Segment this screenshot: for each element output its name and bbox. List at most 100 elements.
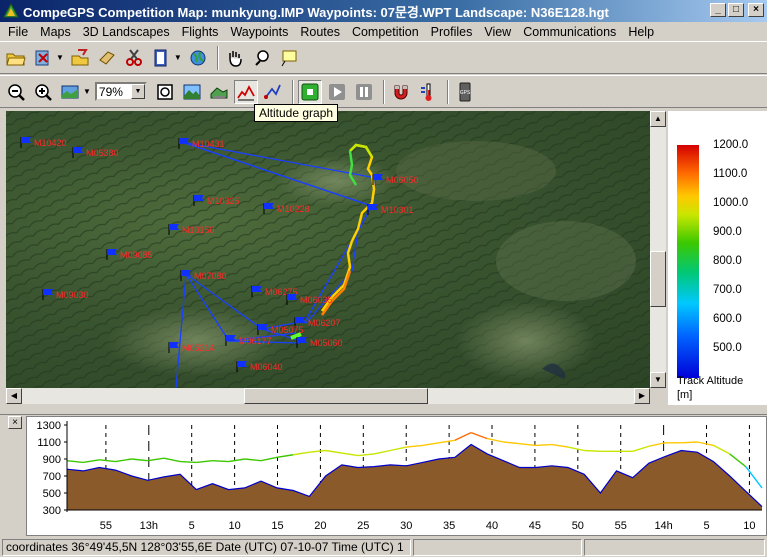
menu-communications[interactable]: Communications: [517, 25, 622, 39]
menu-maps[interactable]: Maps: [34, 25, 77, 39]
waypoint[interactable]: M05214: [168, 342, 215, 353]
track-segment: [681, 441, 698, 444]
waypoint-flag-icon: [106, 249, 117, 260]
note-icon[interactable]: [277, 46, 301, 70]
chevron-down-icon[interactable]: ▼: [83, 87, 91, 96]
waypoint[interactable]: M09085: [106, 249, 153, 260]
close-button[interactable]: ×: [748, 3, 764, 17]
minimize-button[interactable]: _: [710, 3, 726, 17]
menu-competition[interactable]: Competition: [346, 25, 425, 39]
menu-waypoints[interactable]: Waypoints: [224, 25, 294, 39]
panel-splitter[interactable]: [0, 405, 767, 415]
magnet-icon[interactable]: [389, 80, 413, 104]
scroll-down-button[interactable]: ▼: [650, 372, 666, 388]
notebook-icon[interactable]: [149, 46, 173, 70]
globe-icon[interactable]: [186, 46, 210, 70]
zoom-hand-icon[interactable]: [250, 46, 274, 70]
map-view[interactable]: M10420 M05380 M10431 M06050 M10301 M1032…: [6, 111, 650, 388]
waypoint[interactable]: M10301: [367, 204, 414, 215]
y-tick-label: 500: [43, 488, 61, 500]
waypoint[interactable]: M10325: [193, 195, 240, 206]
waypoint[interactable]: M06050: [372, 174, 419, 185]
track-segment: [115, 458, 132, 463]
waypoint[interactable]: M05060: [296, 337, 343, 348]
scroll-corner: [650, 388, 666, 404]
map-horizontal-scrollbar[interactable]: ◀ ▶: [6, 388, 650, 404]
scroll-thumb[interactable]: [244, 388, 428, 404]
waypoint[interactable]: M06040: [236, 361, 283, 372]
menu-flights[interactable]: Flights: [176, 25, 225, 39]
altitude-graph-icon[interactable]: [233, 79, 258, 104]
chevron-down-icon[interactable]: ▼: [174, 53, 182, 62]
zoom-out-icon[interactable]: [4, 80, 28, 104]
chevron-down-icon[interactable]: ▼: [56, 53, 64, 62]
waypoint-flag-icon: [168, 224, 179, 235]
waypoint[interactable]: M10150: [168, 224, 215, 235]
x-tick-label: 5: [703, 520, 709, 532]
zoom-select[interactable]: 79% ▼: [94, 82, 147, 101]
track-segment: [277, 454, 294, 458]
gps-icon[interactable]: GPS: [453, 80, 477, 104]
cut-icon[interactable]: [31, 46, 55, 70]
zoom-in-icon[interactable]: [31, 80, 55, 104]
gps-label: GPS: [460, 90, 471, 96]
track-segment: [470, 431, 488, 440]
thermometer-icon[interactable]: [416, 80, 440, 104]
track-segment: [713, 444, 731, 455]
track-segment: [632, 445, 650, 453]
waypoint[interactable]: M07080: [180, 270, 227, 281]
waypoint[interactable]: M06177: [225, 335, 272, 346]
play-green-icon[interactable]: [297, 79, 322, 104]
3d-icon[interactable]: [207, 80, 231, 104]
track-segment: [729, 453, 747, 468]
map-vertical-scrollbar[interactable]: ▲ ▼: [650, 111, 666, 388]
waypoint[interactable]: M10228: [263, 203, 310, 214]
hand-pan-icon[interactable]: [223, 46, 247, 70]
waypoint[interactable]: M05380: [72, 147, 119, 158]
track-segment: [551, 443, 569, 448]
waypoint-label: M06207: [308, 317, 341, 328]
route-icon[interactable]: [261, 80, 285, 104]
track-segment: [180, 460, 197, 464]
maximize-button[interactable]: □: [728, 3, 744, 17]
scroll-up-button[interactable]: ▲: [650, 111, 666, 127]
play-icon[interactable]: [325, 80, 349, 104]
waypoint[interactable]: M09030: [42, 289, 89, 300]
scroll-right-button[interactable]: ▶: [634, 388, 650, 404]
scroll-thumb[interactable]: [650, 251, 666, 307]
menu-3d-landscapes[interactable]: 3D Landscapes: [77, 25, 176, 39]
waypoint[interactable]: M05075: [257, 324, 304, 335]
toolbar-separator: [446, 79, 449, 104]
waypoint-label: M05214: [182, 342, 215, 353]
legend-caption: Track Altitude: [677, 375, 744, 387]
waypoint[interactable]: M10420: [20, 137, 67, 148]
pause-icon[interactable]: [352, 80, 376, 104]
open-map-icon[interactable]: [68, 46, 92, 70]
menu-profiles[interactable]: Profiles: [425, 25, 479, 39]
scissors-icon[interactable]: [122, 46, 146, 70]
fullscreen-icon[interactable]: [153, 80, 177, 104]
menu-routes[interactable]: Routes: [294, 25, 346, 39]
toolbar-separator: [216, 45, 219, 70]
x-tick-label: 50: [572, 520, 584, 532]
altitude-graph[interactable]: 1300 1100 900 700 500 300 55 13h 5 10 15 20 25 30 35 40…: [26, 416, 767, 536]
track-segment: [487, 437, 504, 443]
waypoint-flag-icon: [257, 324, 268, 335]
scroll-left-button[interactable]: ◀: [6, 388, 22, 404]
open-folder-icon[interactable]: [4, 46, 28, 70]
tooltip: Altitude graph: [254, 104, 339, 122]
map-view-icon[interactable]: [58, 80, 82, 104]
menu-help[interactable]: Help: [622, 25, 660, 39]
waypoint-flag-icon: [236, 361, 247, 372]
menu-file[interactable]: File: [2, 25, 34, 39]
x-tick-label: 55: [100, 520, 112, 532]
edit-map-icon[interactable]: [95, 46, 119, 70]
close-graph-button[interactable]: ×: [8, 416, 22, 429]
menu-view[interactable]: View: [478, 25, 517, 39]
chevron-down-icon[interactable]: ▼: [130, 84, 145, 99]
x-tick-label: 40: [486, 520, 498, 532]
track-segment: [422, 442, 439, 447]
waypoint[interactable]: M06035: [286, 294, 333, 305]
waypoint[interactable]: M10431: [178, 138, 225, 149]
landscape-icon[interactable]: [180, 80, 204, 104]
